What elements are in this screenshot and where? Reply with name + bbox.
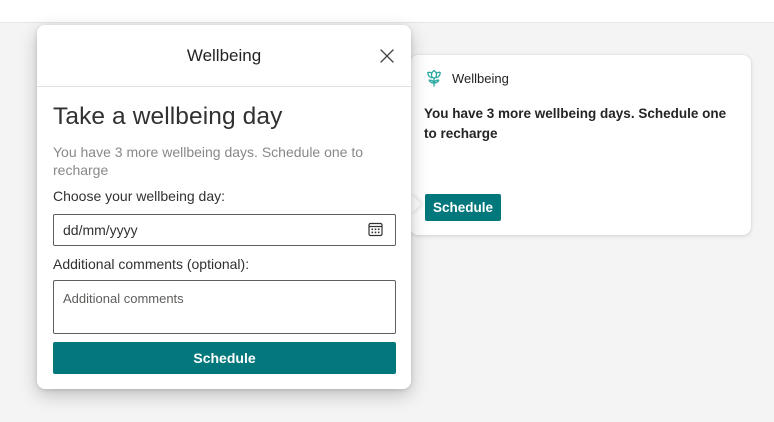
dialog-header: Wellbeing bbox=[37, 25, 411, 87]
date-label: Choose your wellbeing day: bbox=[53, 188, 225, 204]
close-icon bbox=[378, 49, 396, 68]
flower-icon bbox=[426, 69, 442, 87]
dialog-title: Wellbeing bbox=[186, 46, 262, 65]
card-schedule-button[interactable]: Schedule bbox=[425, 194, 502, 221]
card-title: Wellbeing bbox=[452, 70, 509, 86]
wellbeing-dialog: Wellbeing Take a wellbeing day You have … bbox=[37, 25, 411, 389]
top-bar bbox=[0, 0, 774, 23]
comments-textarea[interactable]: Additional comments bbox=[53, 280, 396, 334]
date-placeholder: dd/mm/yyyy bbox=[63, 222, 138, 238]
date-input[interactable]: dd/mm/yyyy bbox=[53, 214, 396, 246]
card-header: Wellbeing bbox=[426, 68, 509, 88]
comments-label: Additional comments (optional): bbox=[53, 256, 250, 272]
wellbeing-card: Wellbeing You have 3 more wellbeing days… bbox=[410, 55, 751, 235]
schedule-button[interactable]: Schedule bbox=[53, 342, 396, 374]
comments-placeholder: Additional comments bbox=[63, 291, 184, 306]
dialog-subtext: You have 3 more wellbeing days. Schedule… bbox=[53, 144, 364, 178]
card-message: You have 3 more wellbeing days. Schedule… bbox=[424, 106, 727, 141]
dialog-heading: Take a wellbeing day bbox=[53, 103, 283, 130]
calendar-icon[interactable] bbox=[368, 222, 383, 237]
close-button[interactable] bbox=[378, 47, 396, 65]
